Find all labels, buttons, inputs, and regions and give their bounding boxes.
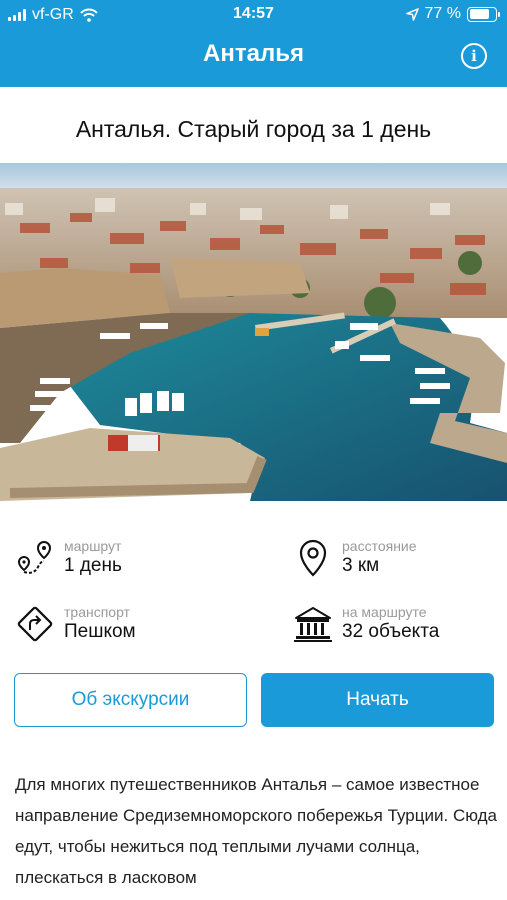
app-header: vf-GR 14:57 77 % Анталья i: [0, 0, 507, 87]
hero-image: [0, 163, 507, 501]
start-button[interactable]: Начать: [261, 673, 494, 727]
transport-label: транспорт: [64, 604, 130, 620]
route-label: маршрут: [64, 538, 122, 554]
objects-value: 32 объекта: [342, 621, 440, 642]
status-right: 77 %: [405, 5, 500, 23]
battery-icon: [467, 6, 500, 22]
museum-icon: [292, 603, 334, 645]
distance-label: расстояние: [342, 538, 417, 554]
route-value: 1 день: [64, 555, 122, 576]
location-arrow-icon: [405, 7, 419, 21]
distance-value: 3 км: [342, 555, 380, 576]
transport-info: транспорт Пешком: [14, 603, 136, 645]
nav-title: Анталья: [203, 40, 304, 67]
about-tour-button[interactable]: Об экскурсии: [14, 673, 247, 727]
map-pin-icon: [292, 537, 334, 579]
objects-info: на маршруте 32 объекта: [292, 603, 439, 645]
transport-value: Пешком: [64, 621, 136, 642]
battery-percent: 77 %: [424, 5, 461, 22]
route-info: маршрут 1 день: [14, 537, 122, 579]
tour-description: Для многих путешественников Анталья – са…: [15, 775, 497, 887]
objects-label: на маршруте: [342, 604, 427, 620]
route-icon: [14, 537, 56, 579]
distance-info: расстояние 3 км: [292, 537, 417, 579]
road-sign-icon: [14, 603, 56, 645]
info-icon[interactable]: i: [461, 43, 487, 69]
tour-title: Анталья. Старый город за 1 день: [75, 116, 432, 142]
status-bar: vf-GR 14:57 77 %: [0, 0, 507, 30]
